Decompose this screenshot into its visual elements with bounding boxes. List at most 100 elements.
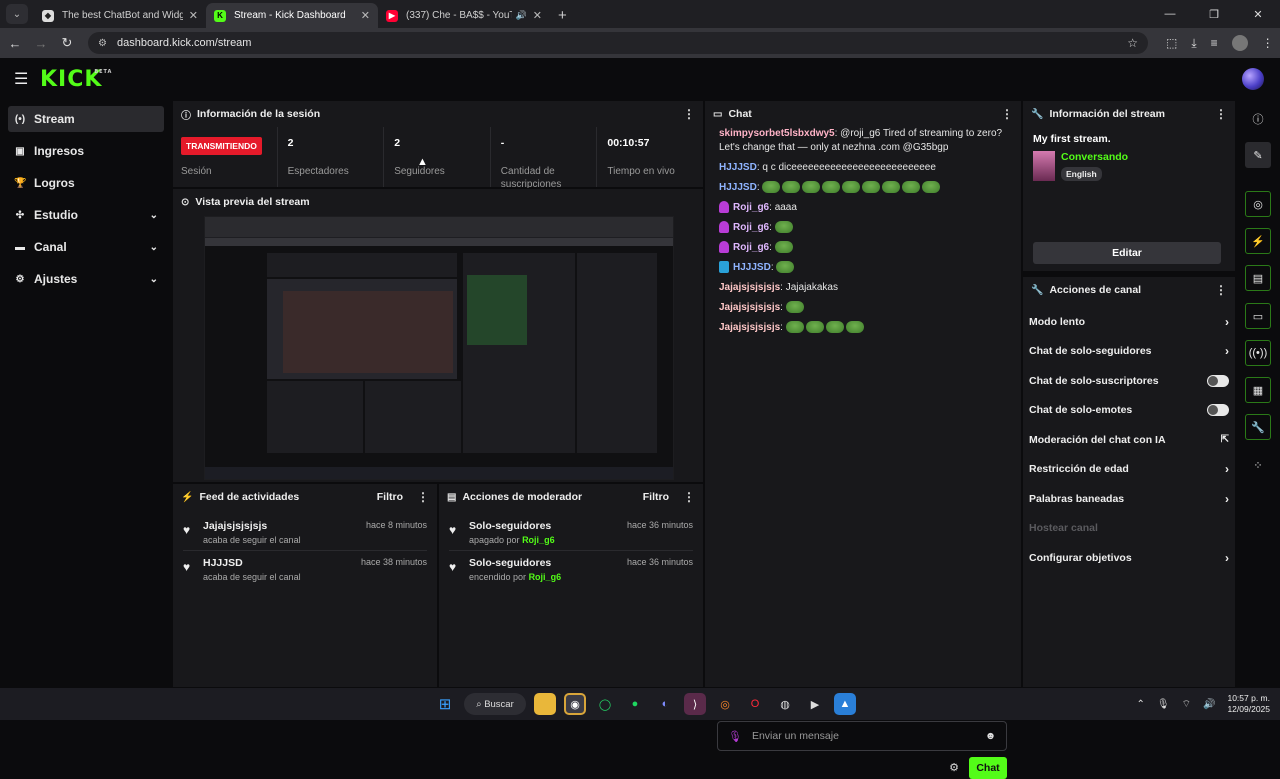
chat-username[interactable]: Roji_g6 [733, 222, 769, 233]
chat-username[interactable]: HJJJSD [719, 162, 757, 173]
new-tab-button[interactable]: + [558, 7, 567, 24]
layout-icon[interactable]: ▦ [1245, 377, 1271, 403]
channel-action-row[interactable]: Palabras baneadas › [1023, 484, 1235, 514]
file-explorer-icon[interactable] [534, 693, 556, 715]
reading-list-icon[interactable]: ≡ [1211, 36, 1218, 50]
kick-logo[interactable]: KICK BETA [40, 67, 111, 92]
channel-action-row[interactable]: Restricción de edad › [1023, 455, 1235, 485]
category-link[interactable]: Conversando [1061, 151, 1128, 163]
chat-username[interactable]: Jajajsjsjsjsjs [719, 282, 780, 293]
more-options-icon[interactable]: ⋮ [683, 490, 695, 504]
media-player-icon[interactable]: ▶ [804, 693, 826, 715]
chat-bubble-icon[interactable]: ▭ [1245, 303, 1271, 329]
blender-icon[interactable]: ◎ [714, 693, 736, 715]
reload-icon[interactable]: ↻ [54, 35, 80, 51]
quick-actions-rail: ⓘ ✎ ◎ ⚡ ▤ ▭ ((•)) ▦ 🔧 ⁘ [1240, 100, 1280, 688]
sidebar-item-stream[interactable]: (•) Stream [8, 106, 164, 132]
ide-icon[interactable]: ⟩ [684, 693, 706, 715]
toggle-switch[interactable] [1207, 404, 1229, 417]
app-icon[interactable]: ▲ [834, 693, 856, 715]
bookmark-star-icon[interactable]: ☆ [1127, 36, 1138, 50]
hamburger-menu-icon[interactable]: ☰ [14, 69, 34, 89]
close-tab-icon[interactable]: ✕ [189, 9, 198, 22]
tab-search-button[interactable]: ⌄ [6, 4, 28, 24]
extensions-icon[interactable]: ⬚ [1166, 36, 1177, 50]
channel-action-row[interactable]: Chat de solo-seguidores › [1023, 337, 1235, 367]
opera-icon[interactable]: O [744, 693, 766, 715]
tray-chevron-icon[interactable]: ⌃ [1137, 699, 1145, 710]
taskbar-search[interactable]: ⌕ Buscar [464, 693, 526, 715]
audio-playing-icon[interactable]: 🔊 [516, 10, 527, 21]
sidebar-item-canal[interactable]: ▬ Canal ⌄ [8, 234, 164, 260]
chat-username[interactable]: Jajajsjsjsjsjs [719, 302, 780, 313]
sidebar-item-ajustes[interactable]: ⚙ Ajustes ⌄ [8, 266, 164, 292]
filter-button[interactable]: Filtro [377, 491, 403, 503]
volume-icon[interactable]: 🔊 [1203, 699, 1215, 710]
clock[interactable]: 10:57 p. m. 12/09/2025 [1227, 693, 1270, 715]
browser-tab-active[interactable]: K Stream - Kick Dashboard ✕ [206, 3, 378, 28]
discord-icon[interactable]: ◐ [654, 693, 676, 715]
emote-icon [776, 261, 795, 274]
chrome-icon[interactable]: ◉ [564, 693, 586, 715]
close-tab-icon[interactable]: ✕ [533, 9, 542, 22]
apps-icon[interactable]: ⁘ [1245, 452, 1271, 478]
more-options-icon[interactable]: ⋮ [683, 107, 695, 121]
more-options-icon[interactable]: ⋮ [1001, 107, 1013, 121]
filter-button[interactable]: Filtro [643, 491, 669, 503]
edit-button[interactable]: Editar [1033, 242, 1221, 264]
sidebar-item-logros[interactable]: 🏆 Logros [8, 170, 164, 196]
info-icon[interactable]: ⓘ [1245, 106, 1271, 132]
browser-tab[interactable]: ▶ (337) Che - BA$$ - YouTube 🔊 ✕ [378, 3, 550, 28]
chat-username[interactable]: HJJJSD [719, 182, 757, 193]
close-window-icon[interactable]: ✕ [1236, 0, 1280, 28]
sidebar-item-ingresos[interactable]: ▣ Ingresos [8, 138, 164, 164]
restore-icon[interactable]: ❐ [1192, 0, 1236, 28]
more-options-icon[interactable]: ⋮ [1215, 283, 1227, 297]
mic-icon[interactable]: 🎙 [1157, 699, 1170, 710]
send-chat-button[interactable]: Chat [969, 757, 1007, 779]
channel-action-row[interactable]: Chat de solo-suscriptores [1023, 366, 1235, 396]
toggle-switch[interactable] [1207, 374, 1229, 387]
obs-icon[interactable]: ◍ [774, 693, 796, 715]
spotify-icon[interactable]: ● [624, 693, 646, 715]
site-info-icon[interactable]: ⚙ [98, 38, 107, 49]
url-bar[interactable]: ⚙ dashboard.kick.com/stream ☆ [88, 32, 1148, 54]
forward-icon[interactable]: → [28, 36, 54, 51]
browser-tab[interactable]: ◆ The best ChatBot and Widgets ✕ [34, 3, 206, 28]
user-avatar[interactable] [1242, 68, 1264, 90]
chat-username[interactable]: Roji_g6 [733, 242, 769, 253]
preview-icon: ⊙ [181, 196, 190, 208]
windows-start-icon[interactable]: ⊞ [434, 693, 456, 715]
network-icon[interactable]: ⌔ [1182, 698, 1191, 711]
close-tab-icon[interactable]: ✕ [361, 9, 370, 22]
pencil-icon[interactable]: ✎ [1245, 142, 1271, 168]
channel-action-row[interactable]: Configurar objetivos › [1023, 543, 1235, 573]
chat-input[interactable]: 🎙 Enviar un mensaje ☻ [717, 721, 1007, 751]
wrench-icon[interactable]: 🔧 [1245, 414, 1271, 440]
profile-avatar[interactable] [1231, 35, 1248, 51]
chat-username[interactable]: skimpysorbet5lsbxdwy5 [719, 128, 835, 139]
chat-settings-icon[interactable]: ⚙ [949, 761, 959, 774]
sidebar-item-estudio[interactable]: ✣ Estudio ⌄ [8, 202, 164, 228]
stream-preview-video[interactable] [204, 216, 674, 480]
broadcast-icon[interactable]: ((•)) [1245, 340, 1271, 366]
whatsapp-icon[interactable]: ◯ [594, 693, 616, 715]
download-icon[interactable]: ⤓ [1191, 36, 1196, 51]
channel-action-row[interactable]: Chat de solo-emotes [1023, 396, 1235, 426]
browser-menu-icon[interactable]: ⋮ [1262, 36, 1274, 50]
more-options-icon[interactable]: ⋮ [1215, 107, 1227, 121]
chat-message-text: q c diceeeeeeeeeeeeeeeeeeeeeeeeee [762, 162, 936, 173]
channel-action-row[interactable]: Moderación del chat con IA ⇱ [1023, 425, 1235, 455]
channel-icon: ▬ [15, 241, 25, 253]
back-icon[interactable]: ← [2, 36, 28, 51]
channel-action-row[interactable]: Modo lento › [1023, 307, 1235, 337]
minimize-icon[interactable]: — [1148, 0, 1192, 28]
chat-username[interactable]: HJJJSD [733, 262, 771, 273]
camera-icon[interactable]: ◎ [1245, 191, 1271, 217]
chat-username[interactable]: Roji_g6 [733, 202, 769, 213]
emoji-icon[interactable]: ☻ [985, 730, 996, 742]
chat-username[interactable]: Jajajsjsjsjsjs [719, 322, 780, 333]
more-options-icon[interactable]: ⋮ [417, 490, 429, 504]
document-icon[interactable]: ▤ [1245, 265, 1271, 291]
lightning-icon[interactable]: ⚡ [1245, 228, 1271, 254]
